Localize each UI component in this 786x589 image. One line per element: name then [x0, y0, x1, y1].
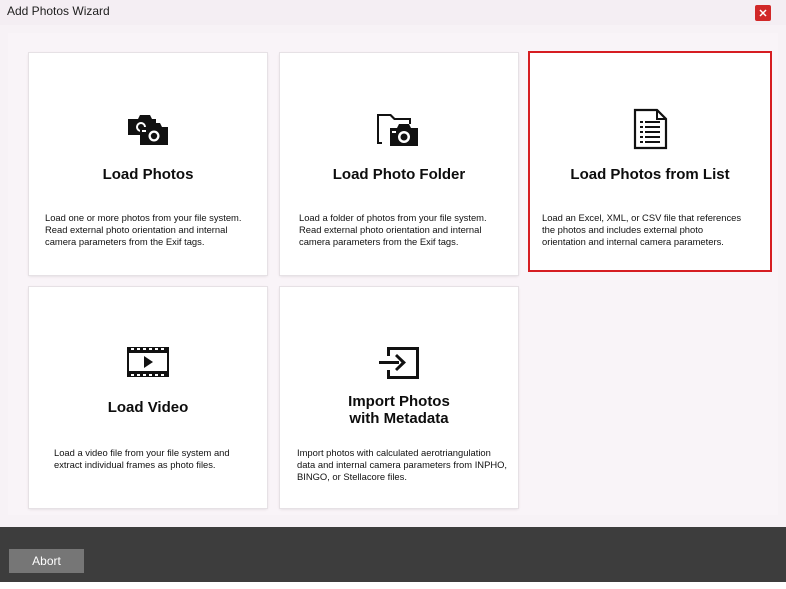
import-photos-with-metadata-card[interactable]: Import Photos with Metadata Import photo… [280, 287, 518, 508]
load-photos-card[interactable]: Load Photos Load one or more photos from… [29, 53, 267, 275]
title-bar: Add Photos Wizard [0, 0, 786, 25]
window-title: Add Photos Wizard [7, 4, 110, 18]
load-photo-folder-card[interactable]: Load Photo Folder Load a folder of photo… [280, 53, 518, 275]
load-video-card[interactable]: Load Video Load a video file from your f… [29, 287, 267, 508]
card-title: Load Photo Folder [332, 166, 466, 183]
close-button[interactable] [755, 5, 771, 21]
card-title: Load Photos from List [570, 166, 730, 183]
cameras-icon [128, 115, 168, 145]
abort-button[interactable]: Abort [9, 549, 84, 573]
load-photos-from-list-card[interactable]: Load Photos from List Load an Excel, XML… [528, 51, 772, 272]
card-description: Import photos with calculated aerotriang… [297, 447, 507, 482]
document-list-icon [633, 108, 668, 150]
folder-camera-icon [377, 114, 418, 146]
film-play-icon [127, 347, 169, 377]
card-title: Load Video [107, 399, 189, 416]
close-icon [759, 9, 767, 17]
card-title: Import Photos with Metadata [348, 393, 450, 427]
card-description: Load a folder of photos from your file s… [299, 212, 487, 247]
card-title: Load Photos [102, 166, 194, 183]
bottom-edge [0, 582, 786, 589]
card-description: Load an Excel, XML, or CSV file that ref… [542, 212, 742, 247]
add-photos-wizard-window: Add Photos Wizard Load Photos Load one o… [0, 0, 786, 589]
import-arrow-icon [379, 347, 419, 379]
card-description: Load a video file from your file system … [54, 447, 230, 470]
card-description: Load one or more photos from your file s… [45, 212, 242, 247]
footer-bar: Abort [0, 527, 786, 582]
wizard-options-area: Load Photos Load one or more photos from… [8, 33, 778, 515]
